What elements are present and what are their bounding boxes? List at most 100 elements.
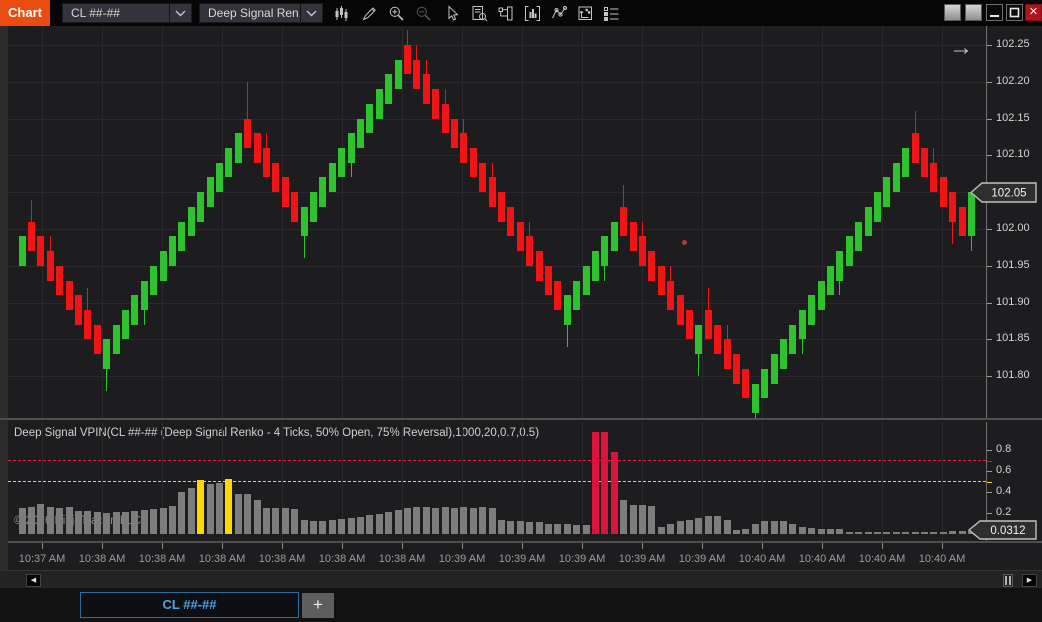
- minimize-button[interactable]: [986, 4, 1003, 21]
- vpin-bar: [56, 508, 63, 534]
- vpin-bar: [451, 508, 458, 534]
- renko-bar: [216, 163, 223, 192]
- vpin-bar: [865, 532, 872, 534]
- scrollbar-splitter-handle[interactable]: [1003, 574, 1013, 587]
- vpin-bar: [498, 520, 505, 534]
- price-axis-tick: [987, 82, 992, 83]
- vpin-bar: [921, 532, 928, 534]
- time-axis-tick: [102, 543, 103, 549]
- tab-cl-instrument[interactable]: CL ##-##: [80, 592, 299, 618]
- export-template-icon[interactable]: [573, 2, 597, 24]
- renko-bar: [874, 192, 881, 221]
- vpin-bar: [808, 528, 815, 534]
- add-tab-button[interactable]: +: [302, 593, 334, 618]
- interval-link-button[interactable]: [965, 4, 982, 21]
- vpin-bar: [357, 517, 364, 534]
- window-title: Chart: [0, 0, 50, 26]
- renko-bar: [282, 177, 289, 206]
- renko-bar: [254, 133, 261, 162]
- vpin-bar: [385, 512, 392, 534]
- chevron-down-icon[interactable]: [300, 4, 322, 22]
- horizontal-scrollbar[interactable]: ◀ ▶: [0, 570, 1042, 589]
- vpin-bar: [207, 484, 214, 534]
- indicators-icon[interactable]: [520, 2, 544, 24]
- vpin-bar: [432, 508, 439, 534]
- vpin-bar: [836, 529, 843, 534]
- renko-bar: [498, 192, 505, 221]
- marker-dot: [682, 240, 687, 245]
- vpin-bar: [37, 504, 44, 534]
- grid-line: [582, 26, 583, 418]
- vpin-bar: [507, 521, 514, 534]
- go-to-last-bar-icon[interactable]: →: [944, 34, 978, 64]
- grid-line: [8, 339, 986, 340]
- renko-bar: [301, 207, 308, 236]
- renko-bar: [442, 104, 449, 133]
- price-axis-label: 101.90: [996, 296, 1030, 308]
- instrument-selector[interactable]: CL ##-##: [62, 3, 192, 23]
- renko-bar: [28, 222, 35, 251]
- instrument-link-button[interactable]: [944, 4, 961, 21]
- chart-trader-icon[interactable]: [493, 2, 517, 24]
- price-axis[interactable]: 102.25102.20102.15102.10102.05102.00101.…: [986, 26, 1042, 418]
- data-box-icon[interactable]: [467, 2, 491, 24]
- cursor-icon[interactable]: [439, 2, 463, 24]
- time-axis[interactable]: 10:37 AM10:38 AM10:38 AM10:38 AM10:38 AM…: [8, 541, 986, 572]
- close-icon[interactable]: ✕: [1025, 4, 1042, 21]
- grid-line: [8, 45, 986, 46]
- restore-button[interactable]: [1006, 4, 1023, 21]
- price-chart-plot[interactable]: →: [8, 26, 986, 418]
- renko-bar: [752, 384, 759, 413]
- renko-bar: [66, 281, 73, 310]
- zoom-out-icon[interactable]: [411, 2, 435, 24]
- renko-bar: [272, 163, 279, 192]
- strategies-icon[interactable]: [547, 2, 571, 24]
- drawing-tools-icon[interactable]: [357, 2, 381, 24]
- grid-line: [462, 26, 463, 418]
- renko-bar: [959, 207, 966, 236]
- price-axis-tick: [987, 376, 992, 377]
- time-axis-tick: [942, 543, 943, 549]
- renko-bar: [263, 148, 270, 177]
- grid-line: [822, 422, 823, 541]
- renko-bar: [789, 325, 796, 354]
- scroll-left-icon[interactable]: ◀: [26, 574, 41, 587]
- vpin-indicator-plot[interactable]: Deep Signal VPIN(CL ##-## (Deep Signal R…: [8, 422, 986, 541]
- renko-bar: [103, 339, 110, 368]
- vpin-bar: [846, 532, 853, 534]
- scroll-right-icon[interactable]: ▶: [1022, 574, 1037, 587]
- vpin-bar: [536, 522, 543, 534]
- renko-bar: [470, 148, 477, 177]
- grid-line: [882, 422, 883, 541]
- renko-bar: [460, 133, 467, 162]
- chevron-down-icon[interactable]: [169, 4, 191, 22]
- renko-bar: [677, 295, 684, 324]
- renko-bar: [733, 354, 740, 383]
- time-axis-tick: [762, 543, 763, 549]
- data-series-selector[interactable]: Deep Signal Ren...: [199, 3, 323, 23]
- time-axis-tick: [282, 543, 283, 549]
- vpin-bar: [554, 524, 561, 535]
- vpin-bar: [818, 529, 825, 534]
- vpin-bar: [677, 521, 684, 534]
- vpin-value-badge: 0.0312: [968, 520, 1038, 540]
- vpin-bar: [780, 521, 787, 534]
- zoom-in-icon[interactable]: [384, 2, 408, 24]
- vpin-bar: [752, 524, 759, 535]
- panel-separator[interactable]: [0, 418, 1042, 420]
- renko-bar: [601, 236, 608, 265]
- vpin-bar: [949, 531, 956, 534]
- vpin-bar: [216, 483, 223, 534]
- properties-icon[interactable]: [599, 2, 623, 24]
- vpin-bar: [771, 521, 778, 534]
- vpin-axis-tick: [987, 513, 992, 514]
- chart-style-icon[interactable]: [329, 2, 353, 24]
- vpin-bar: [893, 532, 900, 534]
- grid-line: [882, 26, 883, 418]
- price-axis-label: 101.95: [996, 259, 1030, 271]
- price-axis-tick: [987, 229, 992, 230]
- renko-bar: [141, 281, 148, 310]
- renko-bar: [385, 74, 392, 103]
- vpin-bar: [874, 532, 881, 534]
- grid-line: [942, 26, 943, 418]
